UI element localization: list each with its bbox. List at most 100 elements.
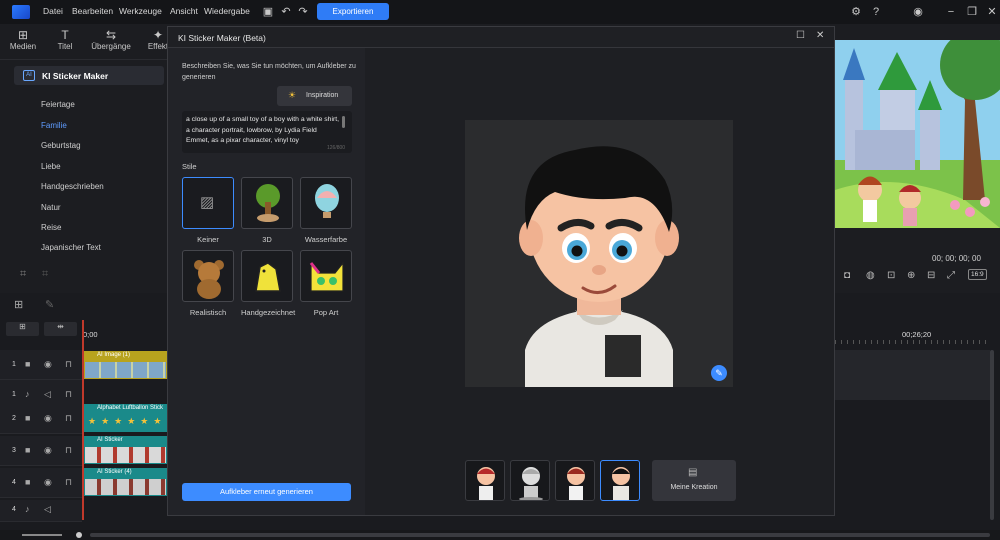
help-icon[interactable]: ? bbox=[870, 6, 882, 18]
redo-icon[interactable]: ↷ bbox=[297, 6, 309, 18]
video-track-icon: ■ bbox=[25, 359, 31, 369]
save-icon[interactable]: ▣ bbox=[262, 6, 274, 18]
tag-add-icon[interactable]: ⌗ bbox=[20, 268, 26, 281]
clip-ai-image[interactable]: AI Image (1) bbox=[84, 351, 167, 379]
maximize-dialog-icon[interactable]: ☐ bbox=[796, 30, 805, 41]
volume-icon[interactable]: ◍ bbox=[866, 270, 875, 281]
category-handgeschrieben[interactable]: Handgeschrieben bbox=[41, 182, 104, 191]
my-creation-label: Meine Kreation bbox=[670, 484, 718, 491]
category-reise[interactable]: Reise bbox=[41, 223, 61, 232]
fullscreen-icon[interactable]: ⤢ bbox=[947, 270, 955, 281]
clip-label: AI Sticker bbox=[97, 437, 123, 443]
menu-bearbeiten[interactable]: Bearbeiten bbox=[72, 6, 113, 16]
minimize-icon[interactable]: − bbox=[945, 6, 957, 18]
export-button[interactable]: Exportieren bbox=[317, 3, 389, 20]
prompt-textarea[interactable]: a close up of a small toy of a boy with … bbox=[182, 111, 352, 153]
menu-wiedergabe[interactable]: Wiedergabe bbox=[204, 6, 250, 16]
clip-ai-sticker-4[interactable]: AI Sticker (4) bbox=[84, 468, 167, 496]
aspect-ratio-badge[interactable]: 16:9 bbox=[968, 269, 987, 280]
variant-thumbnail-4[interactable] bbox=[600, 460, 640, 501]
timeline-scrollbar[interactable] bbox=[0, 530, 1000, 540]
category-liebe[interactable]: Liebe bbox=[41, 162, 61, 171]
lock-icon[interactable]: ⊓ bbox=[65, 477, 72, 488]
track-header-video-1: 1 ■ ◉ ⊓ bbox=[0, 350, 82, 380]
vertical-scrollbar[interactable] bbox=[990, 350, 994, 520]
mute-icon[interactable]: ◁ bbox=[44, 389, 51, 400]
timeline-tool-icon[interactable]: ⊞ bbox=[14, 298, 23, 311]
category-geburtstag[interactable]: Geburtstag bbox=[41, 141, 81, 150]
clip-label: AI Sticker (4) bbox=[97, 469, 132, 475]
horizontal-scroll-thumb[interactable] bbox=[90, 533, 990, 537]
dialog-titlebar: KI Sticker Maker (Beta) ☐ ✕ bbox=[168, 27, 834, 48]
maximize-icon[interactable]: ❐ bbox=[966, 6, 978, 18]
category-japanischer-text[interactable]: Japanischer Text bbox=[41, 243, 101, 252]
prompt-text: a close up of a small toy of a boy with … bbox=[186, 116, 340, 144]
undo-icon[interactable]: ↶ bbox=[280, 6, 292, 18]
category-header[interactable]: AI KI Sticker Maker bbox=[14, 66, 164, 85]
my-creation-button[interactable]: ▤ Meine Kreation bbox=[652, 460, 736, 501]
star-thumbnails: ★★★★★★ bbox=[88, 416, 167, 426]
variant-thumbnail-2[interactable] bbox=[510, 460, 550, 501]
style-realistic[interactable] bbox=[182, 250, 234, 302]
style-handdrawn[interactable] bbox=[241, 250, 293, 302]
prompt-panel: Beschreiben Sie, was Sie tun möchten, um… bbox=[168, 48, 365, 515]
visibility-icon[interactable]: ◉ bbox=[44, 477, 52, 488]
char-count: 126/800 bbox=[327, 145, 346, 151]
textarea-scrollbar[interactable] bbox=[342, 116, 345, 128]
settings-icon[interactable]: ⚙ bbox=[850, 6, 862, 18]
clip-alphabet-balloon[interactable]: Alphabet Luftballon Stick ★★★★★★ bbox=[84, 404, 167, 432]
track-header-video-4: 4 ■ ◉ ⊓ bbox=[0, 468, 82, 498]
layout-icon[interactable]: ⊟ bbox=[927, 270, 935, 281]
category-natur[interactable]: Natur bbox=[41, 203, 61, 212]
style-watercolor[interactable] bbox=[300, 177, 352, 229]
tab-label: Medien bbox=[9, 42, 37, 51]
zoom-slider[interactable] bbox=[22, 534, 62, 536]
variant-thumbnail-3[interactable] bbox=[555, 460, 595, 501]
preview-timecode: 00; 00; 00; 00 bbox=[932, 254, 981, 263]
close-dialog-icon[interactable]: ✕ bbox=[816, 30, 824, 41]
tab-medien[interactable]: ⊞ Medien bbox=[3, 28, 43, 51]
crop-icon[interactable]: ⊡ bbox=[887, 270, 895, 281]
edit-tool-icon[interactable]: ✎ bbox=[45, 298, 54, 311]
menu-ansicht[interactable]: Ansicht bbox=[170, 6, 198, 16]
clip-ai-sticker[interactable]: AI Sticker bbox=[84, 436, 167, 464]
media-icon: ⊞ bbox=[17, 28, 29, 42]
category-feiertage[interactable]: Feiertage bbox=[41, 100, 75, 109]
style-label-watercolor: Wasserfarbe bbox=[304, 235, 348, 244]
regenerate-button[interactable]: Aufkleber erneut generieren bbox=[182, 483, 351, 501]
style-3d[interactable] bbox=[241, 177, 293, 229]
mute-icon[interactable]: ◁ bbox=[44, 504, 51, 515]
zoom-fit-button[interactable]: ⇹ bbox=[44, 322, 77, 336]
title-icon: T bbox=[61, 28, 69, 42]
generated-sticker: ✎ bbox=[465, 120, 733, 387]
tag-remove-icon[interactable]: ⌗ bbox=[42, 268, 48, 281]
menu-werkzeuge[interactable]: Werkzeuge bbox=[119, 6, 162, 16]
snapshot-icon[interactable]: ◘ bbox=[844, 270, 850, 281]
style-none[interactable]: ▨ bbox=[182, 177, 234, 229]
visibility-icon[interactable]: ◉ bbox=[44, 445, 52, 456]
track-number: 3 bbox=[12, 447, 16, 454]
video-track-icon: ■ bbox=[25, 413, 31, 423]
close-app-icon[interactable]: ✕ bbox=[986, 6, 998, 18]
category-familie[interactable]: Familie bbox=[41, 121, 67, 130]
edit-sticker-icon[interactable]: ✎ bbox=[711, 365, 727, 381]
lock-icon[interactable]: ⊓ bbox=[65, 445, 72, 456]
lock-icon[interactable]: ⊓ bbox=[65, 359, 72, 370]
lock-icon[interactable]: ⊓ bbox=[65, 389, 72, 400]
style-label-none: Keiner bbox=[197, 235, 219, 244]
zoom-icon[interactable]: ⊕ bbox=[907, 270, 915, 281]
visibility-icon[interactable]: ◉ bbox=[44, 413, 52, 424]
tab-uebergaenge[interactable]: ⇆ Übergänge bbox=[91, 28, 131, 51]
menu-bar: Datei Bearbeiten Werkzeuge Ansicht Wiede… bbox=[0, 0, 1000, 24]
menu-datei[interactable]: Datei bbox=[43, 6, 63, 16]
lock-icon[interactable]: ⊓ bbox=[65, 413, 72, 424]
library-tabs: ⊞ Medien T Titel ⇆ Übergänge ✦ Effekt bbox=[0, 24, 168, 60]
account-icon[interactable]: ◉ bbox=[912, 6, 924, 18]
visibility-icon[interactable]: ◉ bbox=[44, 359, 52, 370]
fit-button[interactable]: ⊞ bbox=[6, 322, 39, 336]
tab-titel[interactable]: T Titel bbox=[45, 28, 85, 51]
variant-thumbnail-1[interactable] bbox=[465, 460, 505, 501]
style-popart[interactable] bbox=[300, 250, 352, 302]
zoom-handle[interactable] bbox=[76, 532, 82, 538]
inspiration-button[interactable]: ☀ Inspiration bbox=[277, 86, 352, 106]
